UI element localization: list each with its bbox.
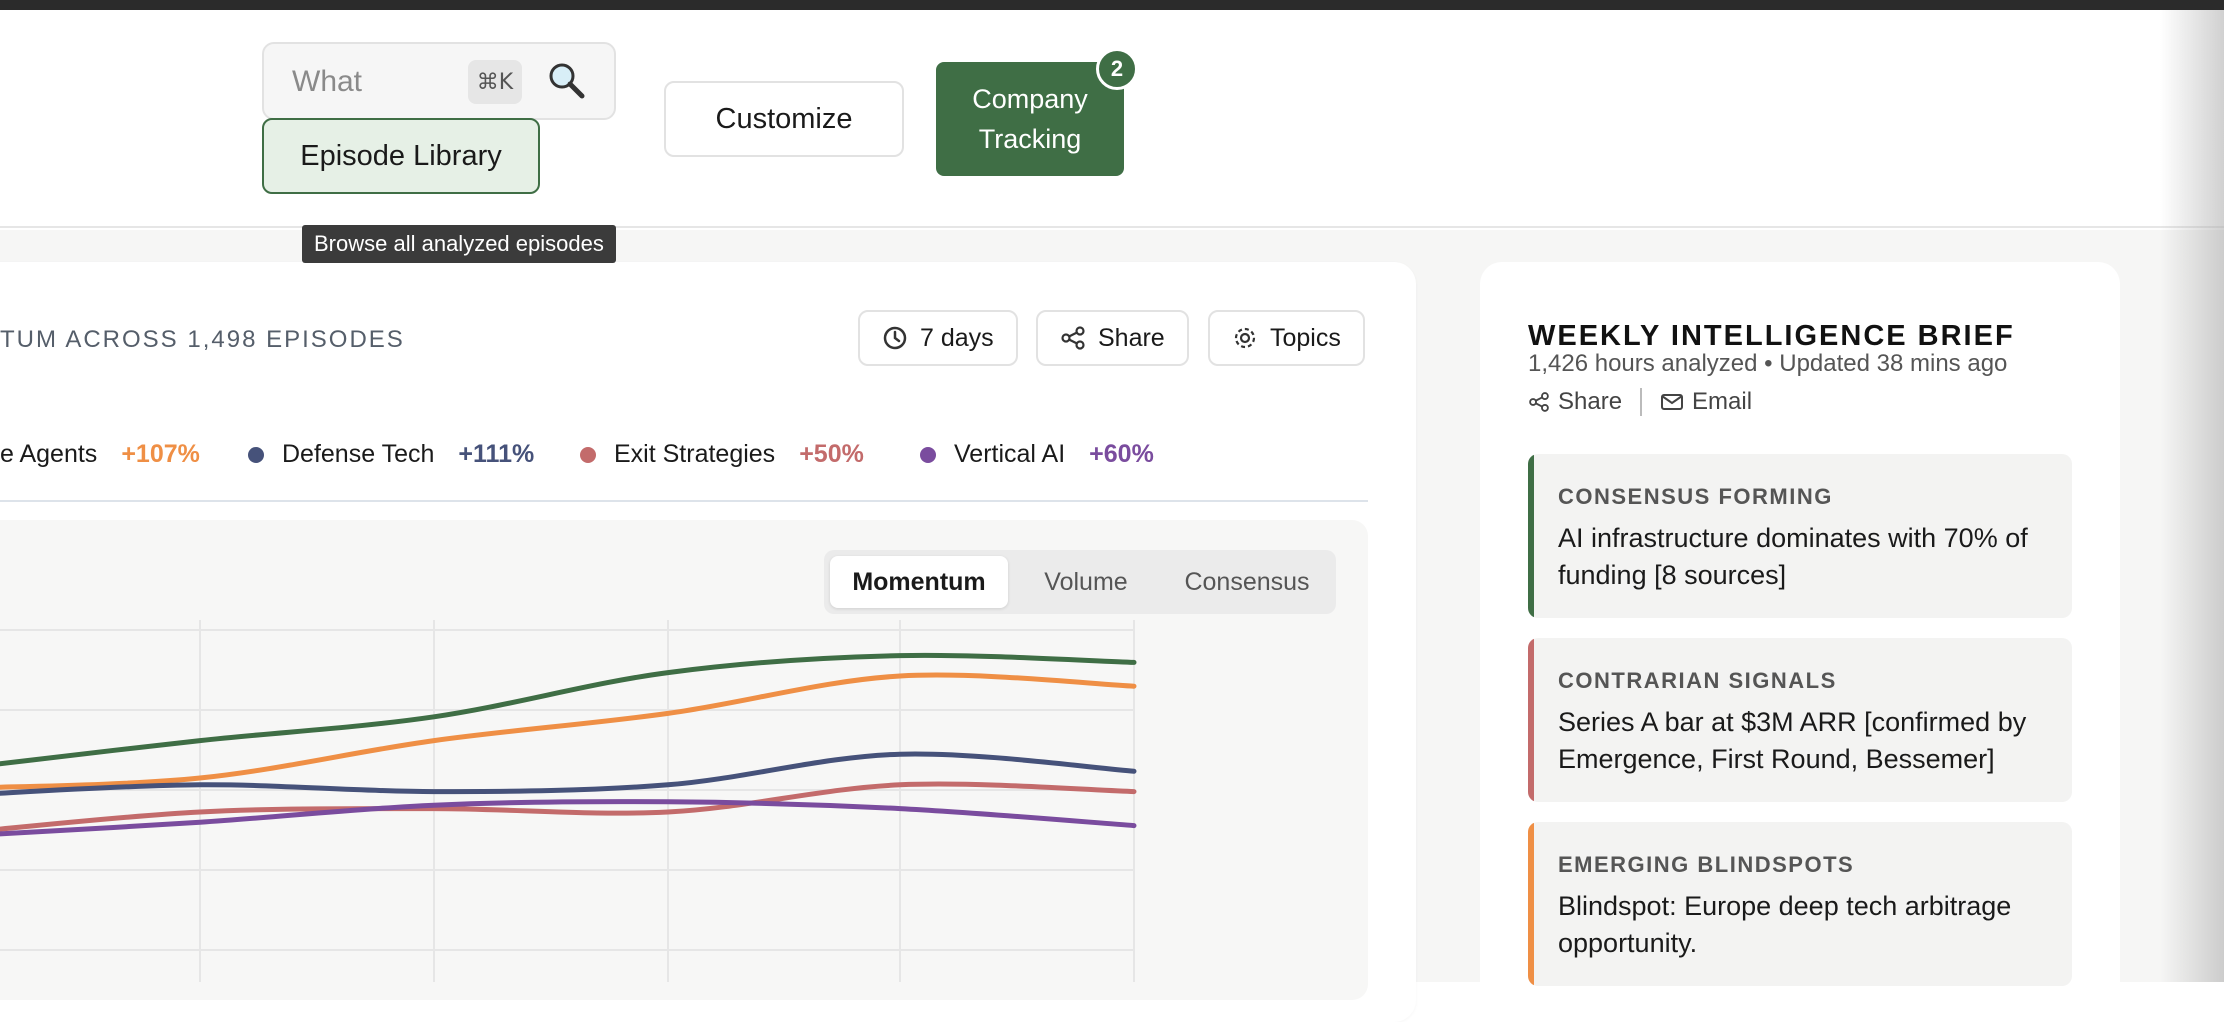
insight-text: AI infrastructure dominates with 70% of … [1558,523,2028,590]
legend-delta: +60% [1089,440,1154,468]
company-tracking-label-line2: Tracking [978,124,1082,154]
mail-icon [1661,394,1684,410]
days-filter-label: 7 days [920,323,994,352]
insight-card[interactable]: EMERGING BLINDSPOTS Blindspot: Europe de… [1528,822,2072,986]
chart-view-toggle: Momentum Volume Consensus [824,550,1336,614]
brief-share-label: Share [1558,388,1623,415]
brief-title: WEEKLY INTELLIGENCE BRIEF [1528,320,2015,352]
chart-series-line-5[interactable] [0,799,1137,837]
brief-email-label: Email [1692,388,1753,415]
legend-item[interactable]: Exit Strategies +50% [580,440,864,469]
momentum-title: TUM ACROSS 1,498 EPISODES [0,326,405,353]
legend-dot [920,446,936,463]
tracking-count-badge: 2 [1096,48,1138,90]
tab-volume[interactable]: Volume [1014,556,1158,608]
company-tracking-button[interactable]: Company Tracking [936,62,1124,176]
topics-label: Topics [1270,323,1341,352]
share-chart-button[interactable]: Share [1036,310,1189,366]
tab-momentum[interactable]: Momentum [830,556,1008,608]
share-chart-label: Share [1098,323,1165,352]
insight-label: CONSENSUS FORMING [1558,484,1833,509]
brief-actions: Share Email [1528,388,1752,416]
insight-card[interactable]: CONTRARIAN SIGNALS Series A bar at $3M A… [1528,638,2072,802]
chart-series-line-1[interactable] [0,652,1137,767]
legend-delta: +111% [458,440,535,468]
tab-consensus[interactable]: Consensus [1164,556,1330,608]
search-input[interactable] [292,60,392,104]
days-filter-button[interactable]: 7 days [858,310,1018,366]
brief-meta: 1,426 hours analyzed • Updated 38 mins a… [1528,350,2008,377]
actions-separator [1640,388,1643,416]
share-icon [1061,326,1085,350]
legend-item[interactable]: Vertical AI +60% [920,440,1154,469]
clock-icon [883,326,907,350]
insight-accent-bar [1528,638,1534,802]
insight-text: Blindspot: Europe deep tech arbitrage op… [1558,891,2012,958]
legend-delta: +107% [121,440,200,468]
search-icon[interactable] [544,58,588,102]
legend-dot [248,446,264,463]
chart-legend: e Agents +107% Defense Tech +111% Exit S… [0,440,1200,476]
legend-item[interactable]: e Agents +107% [0,440,200,469]
customize-button[interactable]: Customize [664,81,904,157]
legend-name: Defense Tech [282,440,435,468]
chart-series-line-3[interactable] [0,751,1137,796]
insight-label: CONTRARIAN SIGNALS [1558,668,1837,693]
insight-accent-bar [1528,454,1534,618]
legend-dot [580,446,596,463]
insight-accent-bar [1528,822,1534,986]
gear-icon [1234,327,1256,349]
legend-name: e Agents [0,440,98,468]
legend-delta: +50% [799,440,864,468]
legend-name: Exit Strategies [614,440,776,468]
episode-library-tooltip: Browse all analyzed episodes [302,225,616,263]
window-edge-shadow [2160,10,2224,982]
share-icon [1529,392,1549,412]
search-box[interactable]: ⌘K [262,42,616,120]
brief-email-link[interactable]: Email [1660,388,1752,416]
search-shortcut-hint: ⌘K [468,60,522,104]
episode-library-button[interactable]: Episode Library [262,118,540,194]
legend-name: Vertical AI [954,440,1066,468]
window-top-bar [0,0,2224,10]
legend-divider [0,500,1368,502]
insight-label: EMERGING BLINDSPOTS [1558,852,1855,877]
brief-share-link[interactable]: Share [1528,388,1622,416]
legend-item[interactable]: Defense Tech +111% [248,440,534,469]
company-tracking-label-line1: Company [972,84,1088,114]
insight-text: Series A bar at $3M ARR [confirmed by Em… [1558,707,2027,774]
momentum-line-chart [0,620,1137,982]
insight-card[interactable]: CONSENSUS FORMING AI infrastructure domi… [1528,454,2072,618]
topics-button[interactable]: Topics [1208,310,1365,366]
